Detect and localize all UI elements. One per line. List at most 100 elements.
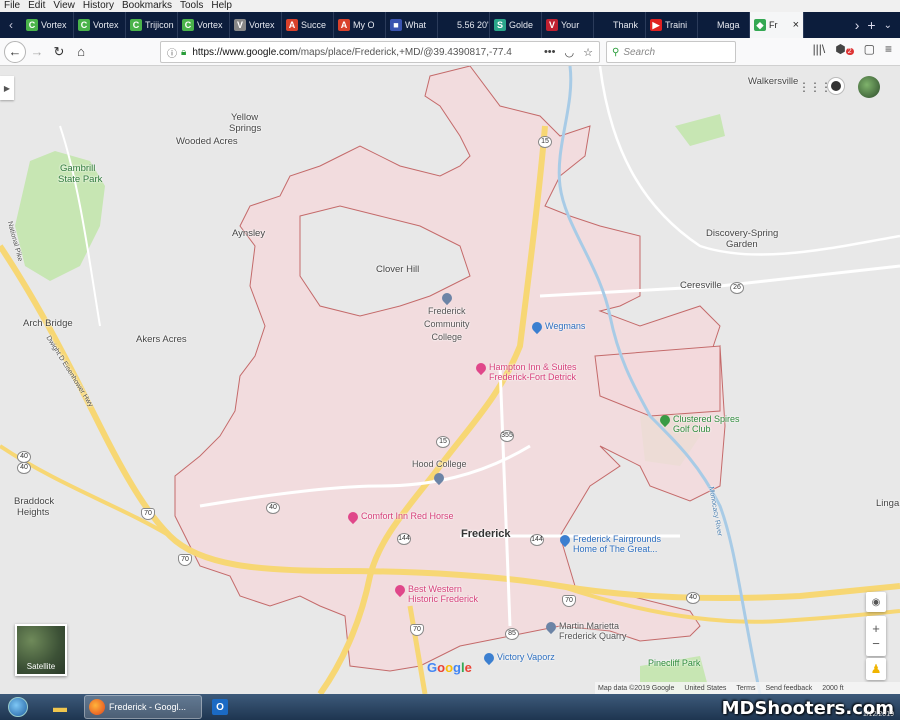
browser-tab[interactable]: C Vortex bbox=[22, 12, 74, 38]
search-placeholder: Search bbox=[623, 46, 656, 58]
menu-item-edit[interactable]: Edit bbox=[24, 0, 49, 12]
google-apps-icon[interactable]: ⋮⋮⋮ bbox=[798, 80, 832, 94]
url-bar[interactable]: ⓘ 🔒︎ https://www.google.com /maps/place/… bbox=[160, 41, 600, 63]
label-gambrill-2: State Park bbox=[58, 174, 103, 185]
road-northeast bbox=[598, 66, 900, 256]
menu-item-file[interactable]: File bbox=[0, 0, 24, 12]
bookmark-star-icon[interactable]: ☆ bbox=[583, 46, 593, 59]
map-footer-item[interactable]: United States bbox=[684, 685, 726, 692]
tab-close-icon[interactable]: × bbox=[793, 19, 799, 31]
quarry-pin-icon bbox=[543, 619, 559, 635]
tab-label: Vortex bbox=[93, 20, 119, 30]
tab-scroll-right-icon[interactable]: › bbox=[855, 17, 860, 33]
adblock-badge: 2 bbox=[845, 48, 854, 55]
browser-tab[interactable]: C Vortex bbox=[74, 12, 126, 38]
browser-tab[interactable]: Maga bbox=[698, 12, 750, 38]
poi-fairgrounds[interactable]: Frederick Fairgrounds Home of The Great.… bbox=[557, 532, 662, 554]
sidebar-icon[interactable]: ▢ bbox=[864, 42, 875, 56]
browser-tab[interactable]: 5.56 20" H bbox=[438, 12, 490, 38]
menu-item-bookmarks[interactable]: Bookmarks bbox=[118, 0, 176, 12]
outlook-icon[interactable]: O bbox=[206, 695, 234, 719]
venue-pin-icon bbox=[557, 532, 573, 548]
avatar[interactable] bbox=[858, 76, 880, 98]
hotel-pin-icon bbox=[345, 509, 361, 525]
map-footer-item[interactable]: Terms bbox=[736, 685, 755, 692]
browser-tab[interactable]: A Succe bbox=[282, 12, 334, 38]
label-discovery-2: Garden bbox=[726, 239, 758, 250]
account-status-icon[interactable] bbox=[828, 78, 844, 94]
hotel-pin-icon bbox=[392, 582, 408, 598]
poi-fairgrounds-line1: Frederick Fairgrounds bbox=[573, 534, 662, 544]
menu-item-help[interactable]: Help bbox=[207, 0, 236, 12]
poi-victory-vaporz[interactable]: Victory Vaporz bbox=[481, 650, 555, 666]
route-shield-355: 355 bbox=[500, 430, 514, 442]
browser-tab[interactable]: A My O bbox=[334, 12, 386, 38]
new-tab-icon[interactable]: + bbox=[867, 17, 875, 33]
poi-hood-college[interactable]: Hood College bbox=[412, 459, 467, 486]
poi-pinecliff-park[interactable]: Pinecliff Park bbox=[648, 658, 700, 668]
taskbar-firefox-window[interactable]: Frederick - Googl... bbox=[84, 695, 202, 719]
browser-tab[interactable]: C Trijicon bbox=[126, 12, 178, 38]
poi-hood-college-label: Hood College bbox=[412, 459, 467, 469]
browser-tab[interactable]: S Golde bbox=[490, 12, 542, 38]
poi-frederick-community-college[interactable]: Frederick Community College bbox=[424, 290, 470, 342]
browser-tab[interactable]: ▶ Traini bbox=[646, 12, 698, 38]
tab-favicon-icon: V bbox=[234, 19, 246, 31]
tab-favicon-icon: C bbox=[78, 19, 90, 31]
back-button[interactable]: ← bbox=[4, 40, 26, 63]
poi-hampton-text: Hampton Inn & Suites Frederick-Fort Detr… bbox=[489, 362, 577, 382]
browser-tab[interactable]: Thank bbox=[594, 12, 646, 38]
poi-clustered-spires[interactable]: Clustered Spires Golf Club bbox=[657, 412, 740, 434]
poi-hampton-line1: Hampton Inn & Suites bbox=[489, 362, 577, 372]
tab-tools: › + ⌄ bbox=[847, 12, 900, 38]
side-panel-toggle-icon[interactable]: ▶ bbox=[0, 76, 14, 100]
browser-tab[interactable]: ■ What bbox=[386, 12, 438, 38]
street-view-pegman-icon[interactable]: ♟ bbox=[866, 658, 886, 680]
tab-label: Trijicon bbox=[145, 20, 174, 30]
poi-best-western[interactable]: Best Western Historic Frederick bbox=[392, 582, 478, 604]
tab-list-dropdown-icon[interactable]: ⌄ bbox=[884, 20, 892, 31]
poi-hampton-inn[interactable]: Hampton Inn & Suites Frederick-Fort Detr… bbox=[473, 360, 577, 382]
menu-item-view[interactable]: View bbox=[49, 0, 79, 12]
my-location-button[interactable]: ◉ bbox=[866, 592, 886, 612]
browser-tab[interactable]: C Vortex bbox=[178, 12, 230, 38]
poi-quarry-line1: Martin Marietta bbox=[559, 621, 620, 631]
label-akers-acres: Akers Acres bbox=[136, 334, 187, 345]
info-icon[interactable]: ⓘ bbox=[167, 45, 177, 60]
poi-best-western-text: Best Western Historic Frederick bbox=[408, 584, 478, 604]
adblock-icon[interactable]: ⬢ 2 bbox=[835, 42, 854, 56]
navigation-bar: ← → ↻ ⌂ ⓘ 🔒︎ https://www.google.com /map… bbox=[0, 38, 900, 66]
tab-scroll-left-icon[interactable]: ‹ bbox=[0, 12, 22, 38]
lock-icon[interactable]: 🔒︎ bbox=[181, 47, 186, 58]
browser-tab[interactable]: V Vortex bbox=[230, 12, 282, 38]
browser-tab[interactable]: V Your bbox=[542, 12, 594, 38]
poi-comfort-inn[interactable]: Comfort Inn Red Horse bbox=[345, 509, 454, 525]
hamburger-menu-icon[interactable]: ≡ bbox=[885, 42, 892, 56]
browser-tab[interactable]: ◆ Fr × bbox=[750, 12, 804, 38]
reload-button[interactable]: ↻ bbox=[48, 41, 70, 63]
zoom-out-button[interactable]: − bbox=[872, 636, 880, 651]
satellite-label: Satellite bbox=[26, 662, 56, 671]
tab-label: Succe bbox=[301, 20, 327, 30]
search-bar[interactable]: ⚲ Search bbox=[606, 41, 736, 63]
library-icon[interactable]: |||\ bbox=[813, 42, 826, 56]
tab-favicon-icon bbox=[702, 19, 714, 31]
pocket-icon[interactable]: ◡ bbox=[565, 46, 575, 59]
start-button[interactable] bbox=[0, 694, 36, 720]
menu-item-history[interactable]: History bbox=[79, 0, 118, 12]
map-footer-item[interactable]: Send feedback bbox=[765, 685, 812, 692]
page-actions-icon[interactable]: ••• bbox=[544, 46, 556, 59]
poi-martin-marietta[interactable]: Martin Marietta Frederick Quarry bbox=[543, 619, 627, 641]
tab-favicon-icon: ▶ bbox=[650, 19, 662, 31]
map-canvas[interactable]: ▶ ⋮⋮⋮ Walkersville Yellow Springs Wooded… bbox=[0, 66, 900, 694]
file-explorer-icon[interactable]: ▬ bbox=[40, 695, 80, 719]
home-button[interactable]: ⌂ bbox=[70, 41, 92, 63]
url-path: /maps/place/Frederick,+MD/@39.4390817,-7… bbox=[297, 46, 512, 58]
menu-bar: File Edit View History Bookmarks Tools Help bbox=[0, 0, 900, 12]
menu-item-tools[interactable]: Tools bbox=[176, 0, 207, 12]
forward-button[interactable]: → bbox=[26, 41, 48, 63]
poi-wegmans[interactable]: Wegmans bbox=[529, 319, 585, 335]
map-footer-item[interactable]: 2000 ft bbox=[822, 685, 843, 692]
zoom-in-button[interactable]: + bbox=[872, 621, 880, 636]
satellite-toggle-button[interactable]: Satellite bbox=[15, 624, 67, 676]
